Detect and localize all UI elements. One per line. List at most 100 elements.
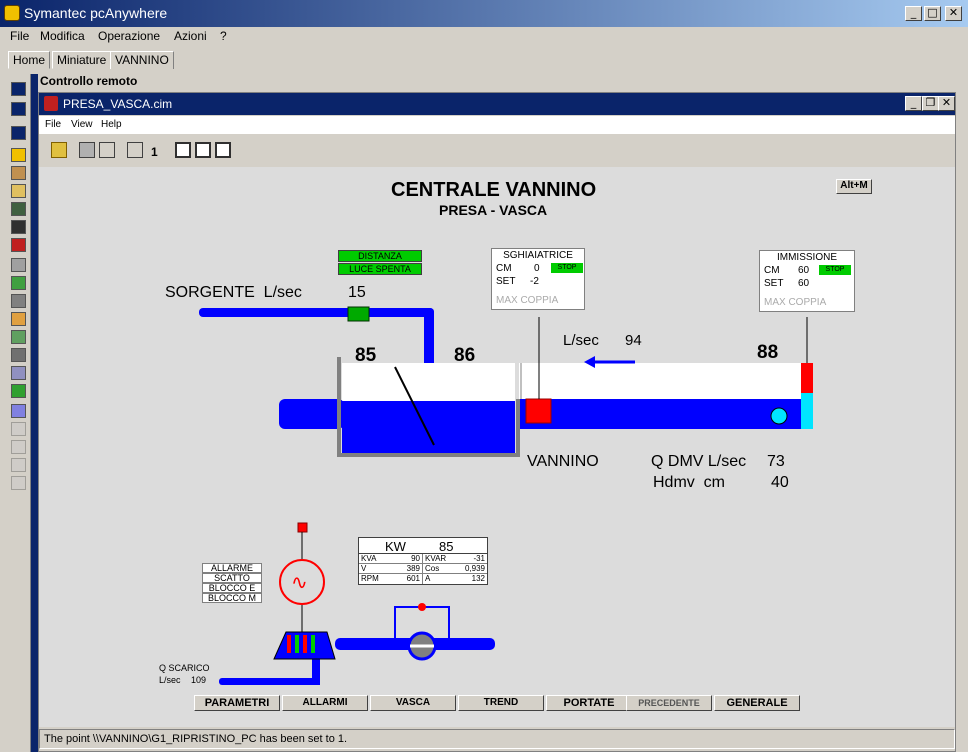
hdmv-value: 40	[771, 474, 789, 491]
immissione-max: MAX COPPIA	[764, 297, 827, 308]
kw-cell: 601	[389, 574, 423, 584]
sghiaiatrice-box: SGHIAIATRICE CM 0 STOP SET -2 MAX COPPIA	[491, 248, 585, 310]
level-mid: 86	[454, 345, 476, 366]
help-icon[interactable]	[11, 126, 26, 140]
pen-icon[interactable]	[11, 404, 26, 418]
disabled-icon-4	[11, 476, 26, 490]
clipboard-icon[interactable]	[11, 312, 26, 326]
send-icon[interactable]	[11, 184, 26, 198]
vannino-label: VANNINO	[527, 453, 599, 470]
disabled-icon-1	[11, 422, 26, 436]
details-icon[interactable]	[215, 142, 231, 158]
kw-cell: 90	[389, 554, 423, 563]
immissione-set-label: SET	[764, 278, 784, 289]
remote-menu-file[interactable]: File	[45, 119, 61, 130]
close-button[interactable]: ✕	[945, 6, 962, 21]
trend-button[interactable]: TREND	[458, 695, 544, 711]
menu-operazione[interactable]: Operazione	[98, 29, 160, 43]
tank-left-water	[342, 401, 515, 453]
source-meter[interactable]	[347, 306, 370, 322]
camera-icon[interactable]	[11, 348, 26, 362]
inner-minimize-button[interactable]: _	[905, 96, 922, 111]
allarmi-button[interactable]: ALLARMI	[282, 695, 368, 711]
generale-button[interactable]: GENERALE	[714, 695, 800, 711]
vasca-button[interactable]: VASCA	[370, 695, 456, 711]
inner-close-button[interactable]: ✕	[938, 96, 955, 111]
precedente-button[interactable]: PRECEDENTE	[626, 695, 712, 711]
remote-menu-view[interactable]: View	[71, 119, 93, 130]
parametri-button[interactable]: PARAMETRI	[194, 695, 280, 711]
kw-table: KW 85 KVA 90 KVAR -31 V 389 Cos 0,939 RP…	[358, 537, 488, 585]
print-icon[interactable]	[79, 142, 95, 158]
screen-title: CENTRALE VANNINO	[391, 179, 597, 201]
flow-label: L/sec	[563, 332, 599, 349]
remote-control-icon[interactable]	[11, 148, 26, 162]
sghiaiatrice-title: SGHIAIATRICE	[503, 250, 573, 261]
inlet-pipe	[279, 399, 344, 429]
sghiaiatrice-set-label: SET	[496, 276, 516, 287]
kw-row: V 389 Cos 0,939	[359, 564, 487, 574]
level-left: 85	[355, 345, 377, 366]
full-screen-icon[interactable]	[11, 276, 26, 290]
end-session-icon[interactable]	[11, 238, 26, 252]
tab-vannino[interactable]: VANNINO	[110, 51, 174, 69]
remote-menu-help[interactable]: Help	[101, 119, 122, 130]
monitor-icon[interactable]	[11, 330, 26, 344]
window-icon[interactable]	[175, 142, 191, 158]
kw-cell: KVA	[361, 554, 377, 563]
kw-cell: V	[361, 564, 367, 573]
settings-icon[interactable]	[11, 294, 26, 308]
alarm-item: SCATTO	[202, 573, 262, 583]
sghiaiatrice-set-value: -2	[530, 276, 539, 287]
discharge-pipe	[219, 678, 319, 685]
chat-icon[interactable]	[11, 202, 26, 216]
list-icon[interactable]	[195, 142, 211, 158]
sghiaiatrice-max: MAX COPPIA	[496, 295, 559, 306]
kw-cell: RPM	[361, 574, 379, 583]
immissione-set-value: 60	[798, 278, 810, 289]
status-text: The point \\VANNINO\G1_RIPRISTINO_PC has…	[44, 733, 348, 745]
step-icon[interactable]	[127, 142, 143, 158]
sghiaiatrice-stop[interactable]: STOP	[551, 263, 583, 273]
remote-window-title-bar: PRESA_VASCA.cim _ ❐ ✕	[39, 93, 955, 115]
menu-file[interactable]: File	[10, 29, 29, 43]
minimize-button[interactable]: _	[905, 6, 922, 21]
sluice-gate[interactable]	[525, 398, 552, 424]
generator-sine: ∿	[291, 570, 308, 594]
kw-cell: 0,939	[464, 564, 485, 573]
remote-control-header: Controllo remoto	[31, 70, 968, 90]
maximize-button[interactable]: □	[924, 6, 941, 21]
app-menu-bar: File Modifica Operazione Azioni ?	[0, 27, 968, 47]
menu-modifica[interactable]: Modifica	[40, 29, 85, 43]
tab-home[interactable]: Home	[8, 51, 51, 69]
tab-miniature[interactable]: Miniature	[52, 51, 112, 69]
qdmv-label: Q DMV L/sec	[651, 453, 747, 470]
close-session-icon[interactable]	[11, 102, 26, 116]
inner-restore-button[interactable]: ❐	[922, 96, 939, 111]
immissione-cm-label: CM	[764, 265, 780, 276]
menu-azioni[interactable]: Azioni	[174, 29, 207, 43]
immissione-cm-value: 60	[798, 265, 810, 276]
search-icon[interactable]	[11, 366, 26, 380]
immissione-stop[interactable]: STOP	[819, 265, 851, 275]
source-pipe-down	[424, 308, 434, 368]
file-transfer-icon[interactable]	[11, 166, 26, 180]
portate-button[interactable]: PORTATE	[546, 695, 632, 711]
restart-icon[interactable]	[11, 220, 26, 234]
luce-spenta-indicator: LUCE SPENTA	[338, 263, 422, 275]
help-pointer-icon[interactable]	[99, 142, 115, 158]
view-icon[interactable]	[11, 258, 26, 272]
turbine-bar-3	[303, 635, 307, 653]
expand-icon[interactable]	[11, 82, 26, 96]
q-scarico-unit: L/sec	[159, 675, 181, 685]
kw-row: KVA 90 KVAR -31	[359, 554, 487, 564]
tank-right-water	[519, 399, 801, 429]
network-icon[interactable]	[11, 384, 26, 398]
immissione-title: IMMISSIONE	[776, 252, 837, 263]
open-folder-icon[interactable]	[51, 142, 67, 158]
alt-m-button[interactable]: Alt+M	[836, 179, 872, 194]
menu-help[interactable]: ?	[220, 29, 227, 43]
kw-label: KW	[385, 539, 406, 554]
immission-cyan	[801, 393, 813, 429]
immissione-box: IMMISSIONE CM 60 STOP SET 60 MAX COPPIA	[759, 250, 855, 312]
